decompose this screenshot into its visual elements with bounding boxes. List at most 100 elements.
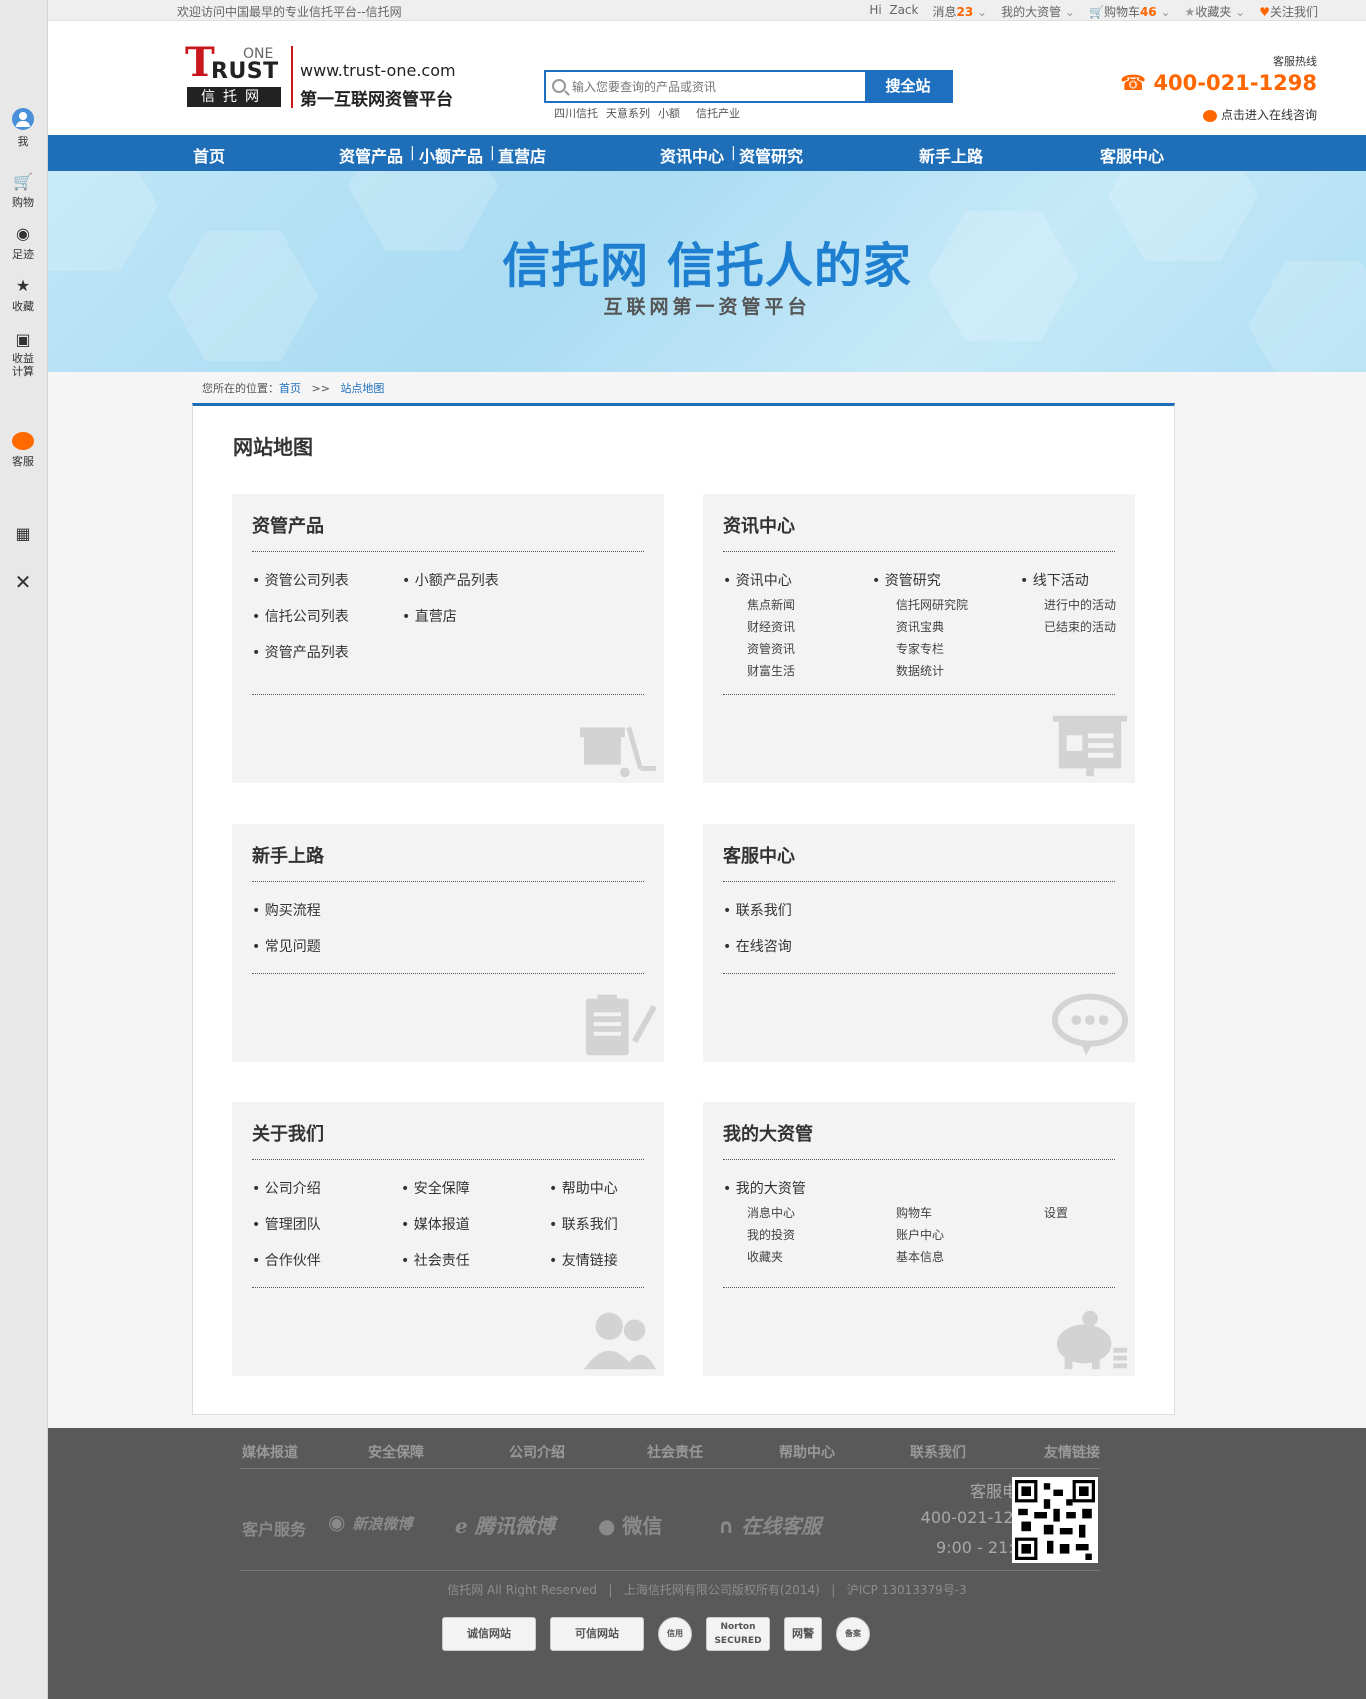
sitemap-link[interactable]: 合作伙伴 bbox=[252, 1250, 321, 1270]
left-sidebar: 我 🛒 购物 ◉ 足迹 ★ 收藏 ▣ 收益计算 客服 ▦ ✕ bbox=[0, 0, 48, 1699]
footer-link[interactable]: 友情链接 bbox=[1044, 1442, 1100, 1462]
sitemap-sublink[interactable]: 购物车 bbox=[896, 1204, 932, 1221]
sitemap-link[interactable]: 资管公司列表 bbox=[252, 570, 349, 590]
favorites-label: 收藏夹 bbox=[1195, 5, 1232, 19]
sitemap-link[interactable]: 资管研究 bbox=[872, 570, 941, 590]
sidebar-item-calc[interactable]: ▣ 收益计算 bbox=[0, 330, 46, 378]
tencent-weibo-link[interactable]: ℯ 腾讯微博 bbox=[455, 1510, 555, 1539]
sidebar-item-service[interactable]: 客服 bbox=[0, 432, 46, 469]
footer-link[interactable]: 安全保障 bbox=[368, 1442, 424, 1462]
gift-cart-icon bbox=[580, 726, 657, 778]
footer-divider bbox=[240, 1570, 1100, 1571]
nav-small-products[interactable]: 小额产品 bbox=[419, 143, 483, 167]
footer-link[interactable]: 帮助中心 bbox=[779, 1442, 835, 1462]
sitemap-sublink[interactable]: 信托网研究院 bbox=[896, 596, 968, 613]
follow-link[interactable]: ♥关注我们 bbox=[1259, 3, 1318, 20]
sitemap-link[interactable]: 安全保障 bbox=[401, 1178, 470, 1198]
breadcrumb-current[interactable]: 站点地图 bbox=[340, 382, 384, 395]
nav-research[interactable]: 资管研究 bbox=[739, 143, 803, 167]
sitemap-sublink[interactable]: 消息中心 bbox=[747, 1204, 795, 1221]
header: T ONE RUST 信托网 www.trust-one.com 第一互联网资管… bbox=[48, 21, 1366, 135]
nav-news[interactable]: 资讯中心 bbox=[660, 143, 724, 167]
sitemap-sublink[interactable]: 已结束的活动 bbox=[1044, 618, 1116, 635]
icp-number[interactable]: 沪ICP 13013379号-3 bbox=[847, 1583, 967, 1597]
sidebar-item-me[interactable]: 我 bbox=[0, 108, 46, 149]
wechat-link[interactable]: ● 微信 bbox=[598, 1510, 662, 1539]
nav-products[interactable]: 资管产品 bbox=[339, 143, 403, 167]
sitemap-sublink[interactable]: 我的投资 bbox=[747, 1226, 795, 1243]
sitemap-sublink[interactable]: 焦点新闻 bbox=[747, 596, 795, 613]
sitemap-sublink[interactable]: 设置 bbox=[1044, 1204, 1068, 1221]
hot-link[interactable]: 小额 bbox=[658, 105, 680, 121]
cart-link[interactable]: 🛒购物车46 ⌄ bbox=[1089, 3, 1171, 20]
sitemap-sublink[interactable]: 账户中心 bbox=[896, 1226, 944, 1243]
sitemap-sublink[interactable]: 财经资讯 bbox=[747, 618, 795, 635]
sitemap-link[interactable]: 线下活动 bbox=[1020, 570, 1089, 590]
sitemap-sublink[interactable]: 专家专栏 bbox=[896, 640, 944, 657]
badge-record[interactable]: 备案 bbox=[836, 1617, 870, 1651]
online-service-link[interactable]: ∩ 在线客服 bbox=[718, 1510, 821, 1539]
breadcrumb-home[interactable]: 首页 bbox=[279, 382, 301, 395]
sidebar-item-qrcode[interactable]: ▦ bbox=[0, 524, 46, 546]
nav-home[interactable]: 首页 bbox=[193, 143, 225, 167]
nav-store[interactable]: 直营店 bbox=[498, 143, 546, 167]
favorites-link[interactable]: ★收藏夹 ⌄ bbox=[1185, 3, 1246, 20]
sitemap-link[interactable]: 联系我们 bbox=[723, 900, 792, 920]
nav-newbie[interactable]: 新手上路 bbox=[919, 143, 983, 167]
sitemap-sublink[interactable]: 资讯宝典 bbox=[896, 618, 944, 635]
my-assets-link[interactable]: 我的大资管 ⌄ bbox=[1001, 3, 1075, 20]
sidebar-item-shop[interactable]: 🛒 购物 bbox=[0, 172, 46, 210]
trust-badges: 诚信网站 可信网站 信用 Norton SECURED 网警 备案 bbox=[442, 1617, 870, 1651]
footer-link[interactable]: 社会责任 bbox=[647, 1442, 703, 1462]
badge-trusted-site[interactable]: 可信网站 bbox=[550, 1617, 644, 1651]
sitemap-link[interactable]: 在线咨询 bbox=[723, 936, 792, 956]
sidebar-close[interactable]: ✕ bbox=[0, 572, 46, 594]
site-logo[interactable]: T ONE RUST 信托网 bbox=[185, 43, 285, 107]
footer-link[interactable]: 联系我们 bbox=[910, 1442, 966, 1462]
hot-link[interactable]: 四川信托 bbox=[554, 105, 598, 121]
footer-link[interactable]: 公司介绍 bbox=[509, 1442, 565, 1462]
sitemap-link[interactable]: 联系我们 bbox=[549, 1214, 618, 1234]
search-button[interactable]: 搜全站 bbox=[865, 72, 951, 101]
divider bbox=[723, 881, 1115, 882]
sidebar-item-collect[interactable]: ★ 收藏 bbox=[0, 276, 46, 314]
sitemap-link[interactable]: 资管产品列表 bbox=[252, 642, 349, 662]
sidebar-item-footprint[interactable]: ◉ 足迹 bbox=[0, 224, 46, 262]
badge-police[interactable]: 网警 bbox=[784, 1617, 822, 1651]
badge-credit[interactable]: 信用 bbox=[658, 1617, 692, 1651]
sidebar-label-service: 客服 bbox=[12, 455, 34, 468]
weibo-link[interactable]: ◉ 新浪微博 bbox=[328, 1510, 412, 1534]
sitemap-link[interactable]: 我的大资管 bbox=[723, 1178, 806, 1198]
sitemap-sublink[interactable]: 财富生活 bbox=[747, 662, 795, 679]
username[interactable]: Zack bbox=[889, 3, 918, 17]
sitemap-sublink[interactable]: 进行中的活动 bbox=[1044, 596, 1116, 613]
search-input[interactable] bbox=[572, 76, 842, 97]
sitemap-link[interactable]: 媒体报道 bbox=[401, 1214, 470, 1234]
sitemap-sublink[interactable]: 收藏夹 bbox=[747, 1248, 783, 1265]
my-assets-label: 我的大资管 bbox=[1001, 5, 1062, 19]
badge-credible-site[interactable]: 诚信网站 bbox=[442, 1617, 536, 1651]
banner: 信托网 信托人的家 互联网第一资管平台 bbox=[48, 171, 1366, 372]
hot-link[interactable]: 天意系列 bbox=[606, 105, 650, 121]
sitemap-link[interactable]: 购买流程 bbox=[252, 900, 321, 920]
online-consult-link[interactable]: 点击进入在线咨询 bbox=[1202, 106, 1317, 123]
sitemap-link[interactable]: 帮助中心 bbox=[549, 1178, 618, 1198]
sitemap-link[interactable]: 信托公司列表 bbox=[252, 606, 349, 626]
sitemap-link[interactable]: 管理团队 bbox=[252, 1214, 321, 1234]
sitemap-link[interactable]: 公司介绍 bbox=[252, 1178, 321, 1198]
sitemap-link[interactable]: 友情链接 bbox=[549, 1250, 618, 1270]
chevron-down-icon: ⌄ bbox=[1160, 5, 1171, 19]
hot-link[interactable]: 信托产业 bbox=[696, 105, 740, 121]
sitemap-link[interactable]: 社会责任 bbox=[401, 1250, 470, 1270]
badge-norton[interactable]: Norton SECURED bbox=[706, 1617, 770, 1651]
messages-link[interactable]: 消息23 ⌄ bbox=[932, 3, 987, 20]
footer-link[interactable]: 媒体报道 bbox=[242, 1442, 298, 1462]
sitemap-sublink[interactable]: 资管资讯 bbox=[747, 640, 795, 657]
sitemap-sublink[interactable]: 基本信息 bbox=[896, 1248, 944, 1265]
sitemap-link[interactable]: 资讯中心 bbox=[723, 570, 792, 590]
sitemap-sublink[interactable]: 数据统计 bbox=[896, 662, 944, 679]
sitemap-link[interactable]: 常见问题 bbox=[252, 936, 321, 956]
sitemap-link[interactable]: 直营店 bbox=[402, 606, 457, 626]
sitemap-link[interactable]: 小额产品列表 bbox=[402, 570, 499, 590]
nav-service[interactable]: 客服中心 bbox=[1100, 143, 1164, 167]
